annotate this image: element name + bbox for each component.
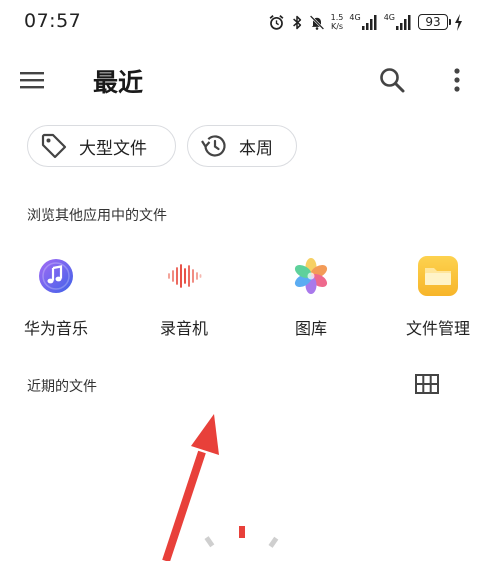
tag-icon [39,131,69,161]
browse-section-title: 浏览其他应用中的文件 [27,208,167,224]
recent-section-title: 近期的文件 [27,379,97,395]
history-icon [199,131,229,161]
music-app-icon [34,254,78,298]
file-manager-app-icon [416,254,460,298]
sim1-network-label: 4G [349,12,361,22]
app-label: 图库 [294,319,327,338]
mute-bell-icon [309,14,325,31]
more-options-icon[interactable] [447,66,467,94]
alarm-icon [268,14,285,31]
network-speed: 1.5 K/s [331,13,344,31]
app-label: 录音机 [159,319,208,338]
app-huawei-music[interactable]: 华为音乐 [6,254,106,339]
bluetooth-icon [291,14,303,31]
network-speed-value: 1.5 [330,13,344,22]
signal-sim1: 4G [349,12,377,30]
status-bar: 07:57 1.5 K/s 4G 4G 93 [0,0,497,44]
app-bar: 最近 [0,50,497,112]
grid-view-icon[interactable] [415,374,439,394]
status-icons: 1.5 K/s 4G 4G 93 [268,10,463,34]
red-arrow-annotation [162,414,219,561]
battery-indicator: 93 [418,14,451,30]
gallery-app-icon [289,254,333,298]
sim2-network-label: 4G [383,12,395,22]
app-file-manager[interactable]: 文件管理 [388,254,488,339]
charging-icon [454,13,463,31]
chip-label: 大型文件 [79,138,147,159]
app-gallery[interactable]: 图库 [261,254,361,339]
app-label: 文件管理 [405,319,470,338]
chip-this-week[interactable]: 本周 [187,125,297,167]
signal-sim2: 4G [383,12,412,30]
signal-bars-icon [361,14,377,30]
chip-large-files[interactable]: 大型文件 [27,125,176,167]
search-icon[interactable] [378,66,406,94]
battery-level: 93 [425,15,441,29]
app-label: 华为音乐 [23,319,88,338]
page-title: 最近 [93,68,144,97]
status-time: 07:57 [24,10,82,32]
loading-spinner-icon [204,526,279,548]
network-speed-unit: K/s [330,22,344,31]
chip-label: 本周 [239,138,273,159]
menu-icon[interactable] [19,67,45,93]
app-recorder[interactable]: 录音机 [134,254,234,339]
signal-bars-icon [396,14,411,30]
recorder-app-icon [162,254,206,298]
